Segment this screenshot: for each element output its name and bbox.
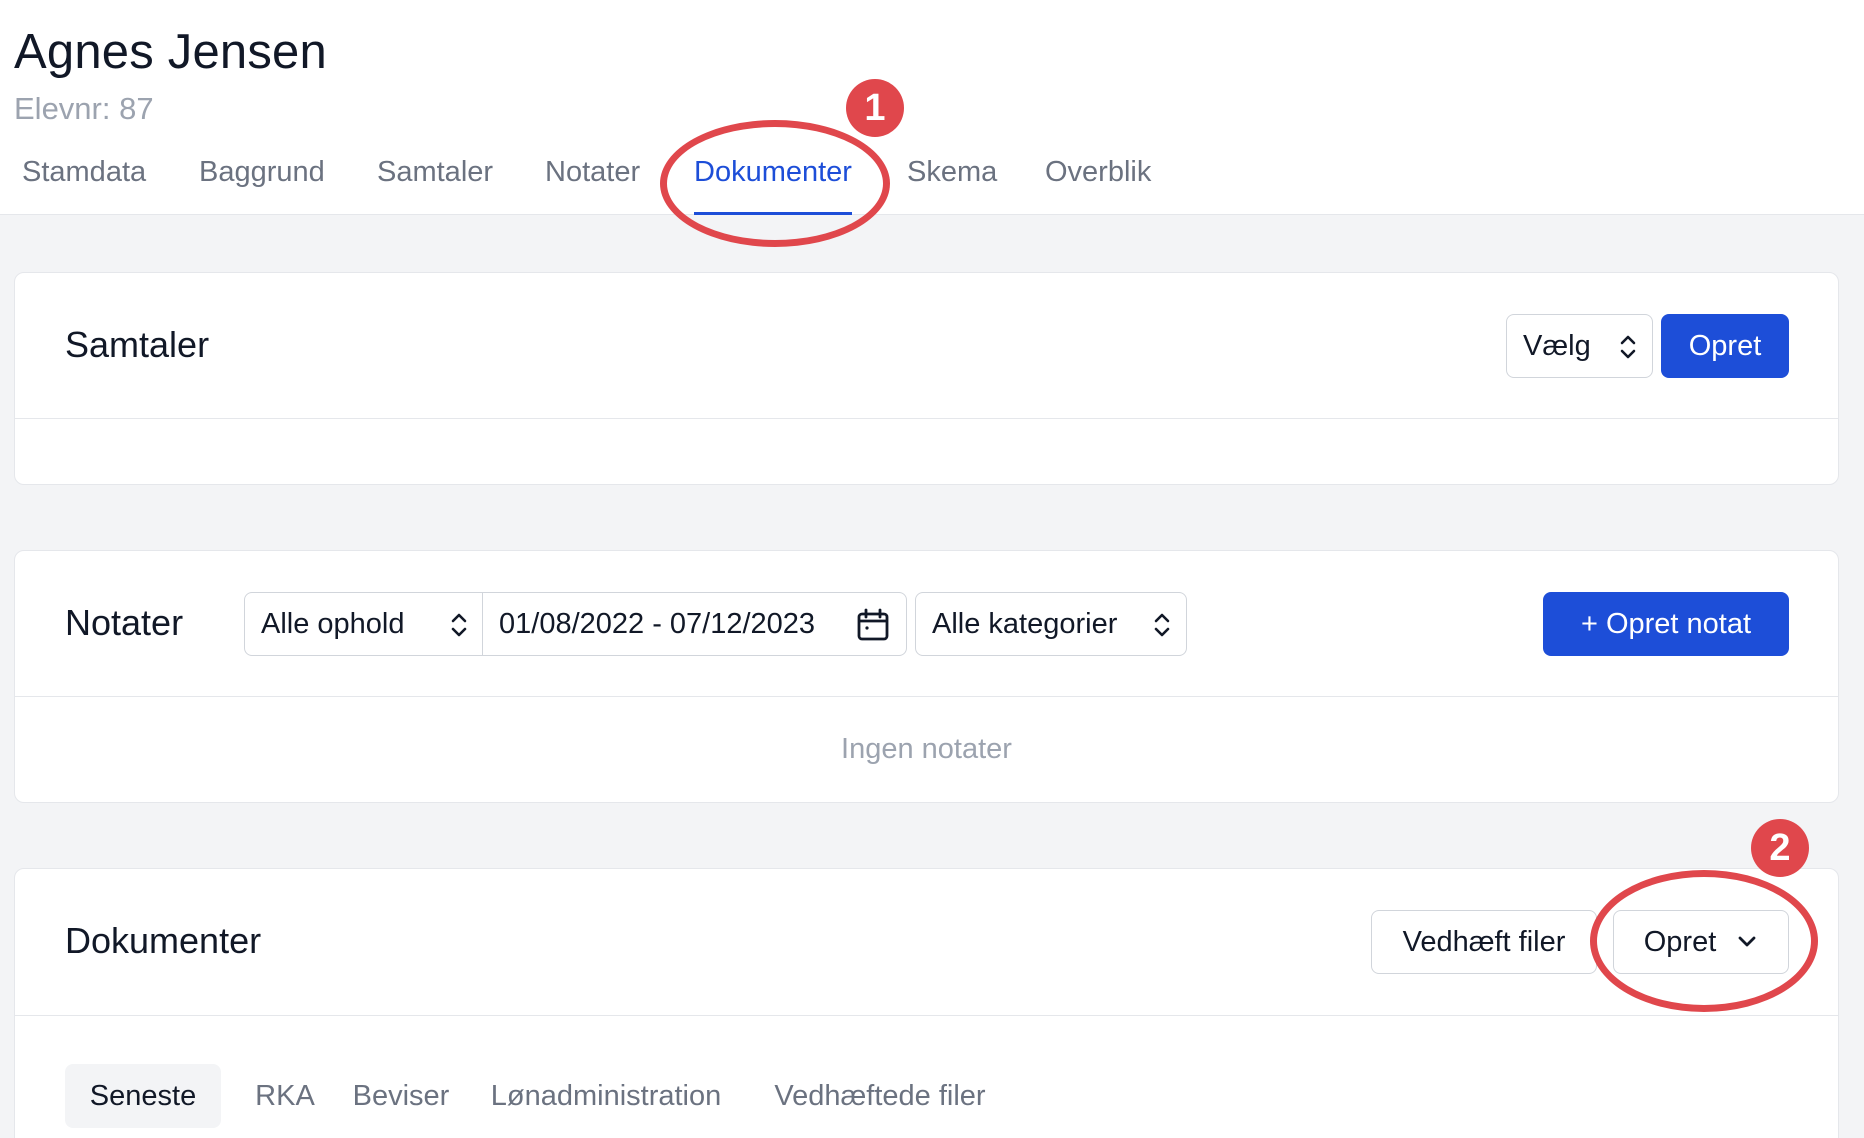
doc-tab-beviser[interactable]: Beviser [345,1064,457,1128]
stay-filter-value: Alle ophold [261,607,405,640]
annotation-badge-1: 1 [846,79,904,137]
calendar-icon[interactable] [856,608,890,642]
student-name: Agnes Jensen [14,25,327,79]
stay-filter-select[interactable]: Alle ophold [244,592,484,656]
tab-baggrund[interactable]: Baggrund [199,156,325,215]
samtaler-card: Samtaler Vælg Opret [14,272,1839,485]
samtaler-select-value: Vælg [1523,329,1591,362]
dokumenter-card-header: Dokumenter Vedhæft filer Opret [15,869,1838,1016]
annotation-badge-2: 2 [1751,819,1809,877]
chevron-up-down-icon [1154,613,1170,637]
tab-notater[interactable]: Notater [545,156,640,215]
notater-card-header: Notater Alle ophold 01/08/2022 - 07/12/2… [15,551,1838,697]
create-note-button[interactable]: + Opret notat [1543,592,1789,656]
notater-title: Notater [65,602,184,643]
doc-tab-lonadministration[interactable]: Lønadministration [481,1064,731,1128]
chevron-up-down-icon [1620,335,1636,359]
dokumenter-card: Dokumenter Vedhæft filer Opret Seneste R… [14,868,1839,1138]
doc-tab-vedhaeftede-filer[interactable]: Vedhæftede filer [755,1064,1005,1128]
samtaler-create-button[interactable]: Opret [1661,314,1789,378]
tab-overblik[interactable]: Overblik [1045,156,1151,215]
category-filter-value: Alle kategorier [932,607,1118,640]
annotation-ellipse-1 [660,120,890,247]
dokumenter-title: Dokumenter [65,920,262,961]
profile-tabs: Stamdata Baggrund Samtaler Notater Dokum… [0,156,1864,216]
page-header: Agnes Jensen Elevnr: 87 Stamdata Baggrun… [0,0,1864,215]
document-category-tabs: Seneste RKA Beviser Lønadministration Ve… [65,1064,1065,1128]
notes-empty-state: Ingen notater [841,733,1012,765]
attach-files-button[interactable]: Vedhæft filer [1371,910,1597,974]
doc-tab-rka[interactable]: RKA [249,1064,321,1128]
chevron-up-down-icon [451,613,467,637]
student-number: Elevnr: 87 [14,91,154,126]
samtaler-card-header: Samtaler Vælg Opret [15,273,1838,419]
samtaler-title: Samtaler [65,324,210,365]
date-range-picker[interactable]: 01/08/2022 - 07/12/2023 [482,592,907,656]
tab-samtaler[interactable]: Samtaler [377,156,493,215]
doc-tab-seneste[interactable]: Seneste [65,1064,221,1128]
category-filter-select[interactable]: Alle kategorier [915,592,1187,656]
date-range-value: 01/08/2022 - 07/12/2023 [499,607,816,640]
tab-skema[interactable]: Skema [907,156,997,215]
notater-card: Notater Alle ophold 01/08/2022 - 07/12/2… [14,550,1839,803]
samtaler-select[interactable]: Vælg [1506,314,1653,378]
tab-stamdata[interactable]: Stamdata [22,156,146,215]
annotation-ellipse-2 [1590,870,1818,1012]
